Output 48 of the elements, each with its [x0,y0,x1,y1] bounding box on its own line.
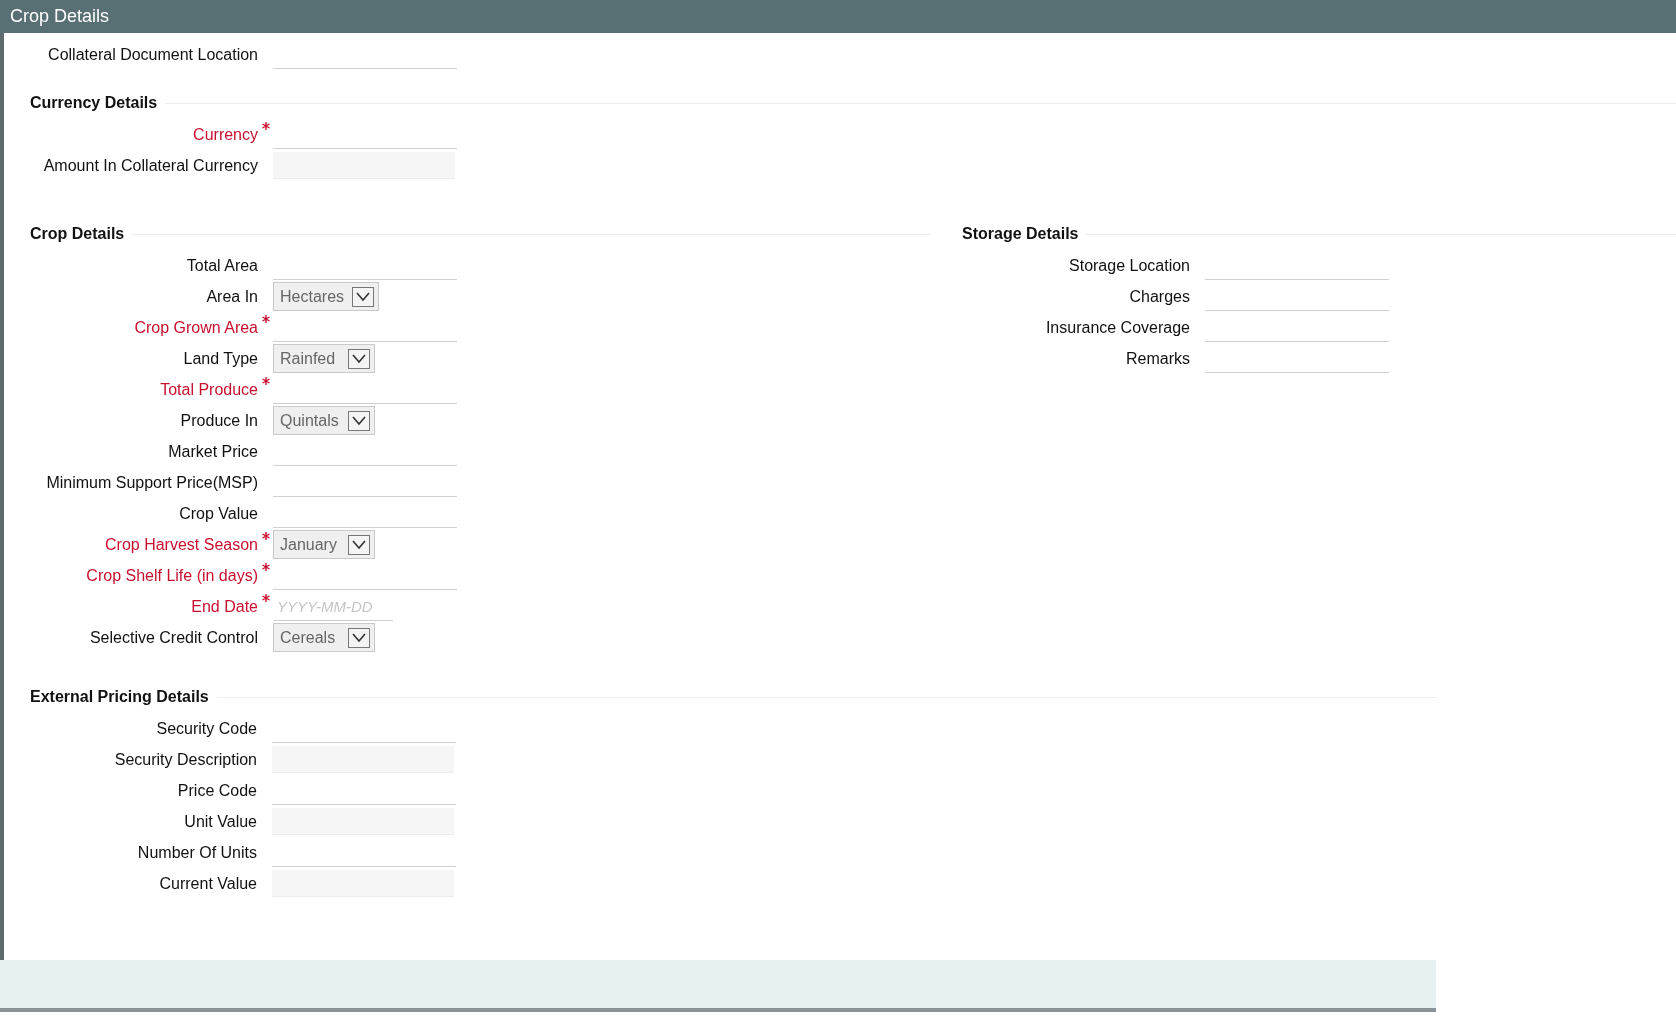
field-label: Market Price [168,441,258,462]
field-label: Total Area [186,255,258,276]
dropdown[interactable]: January [273,530,375,559]
date-field[interactable]: YYYY-MM-DD [273,592,393,621]
asterisk-icon [262,563,270,571]
field-label: Crop Value [179,503,258,524]
asterisk-icon [262,377,270,385]
dropdown[interactable]: Cereals [273,623,375,652]
field-label: Insurance Coverage [1045,317,1190,338]
chevron-down-icon [348,348,370,369]
field-label: Produce In [180,410,258,431]
field-label: Selective Credit Control [89,627,258,648]
section-heading: External Pricing Details [30,687,209,707]
field-label: Remarks [1126,348,1190,369]
field-label: Crop Grown Area [134,317,258,338]
field-label: Collateral Document Location [48,44,258,65]
field-label: Amount In Collateral Currency [43,155,258,176]
field-label: Crop Harvest Season [105,534,258,555]
field-label: End Date [191,596,258,617]
dropdown[interactable]: Rainfed [273,344,375,373]
asterisk-icon [262,122,270,130]
chevron-down-icon [352,286,375,307]
dropdown[interactable]: Hectares [273,282,380,311]
field-label: Unit Value [184,811,257,832]
field-label: Total Produce [160,379,258,400]
chevron-down-icon [348,534,370,555]
field-label: Crop Shelf Life (in days) [86,565,258,586]
field-label: Storage Location [1069,255,1190,276]
chevron-down-icon [348,410,370,431]
field-label: Charges [1129,286,1190,307]
asterisk-icon [262,594,270,602]
field-label: Current Value [159,873,257,894]
dropdown[interactable]: Quintals [273,406,375,435]
section-heading: Crop Details [30,224,125,244]
field-label: Area In [206,286,258,307]
field-label: Number Of Units [137,842,257,863]
field-label: Price Code [177,780,257,801]
section-heading: Currency Details [30,93,158,113]
field-label: Security Description [114,749,257,770]
asterisk-icon [262,532,270,540]
asterisk-icon [262,315,270,323]
window-title: Crop Details [10,5,110,28]
field-label: Minimum Support Price(MSP) [46,472,258,493]
field-label: Security Code [156,718,257,739]
chevron-down-icon [348,627,370,648]
section-heading: Storage Details [962,224,1079,244]
field-label: Currency [193,124,258,145]
field-label: Land Type [183,348,258,369]
